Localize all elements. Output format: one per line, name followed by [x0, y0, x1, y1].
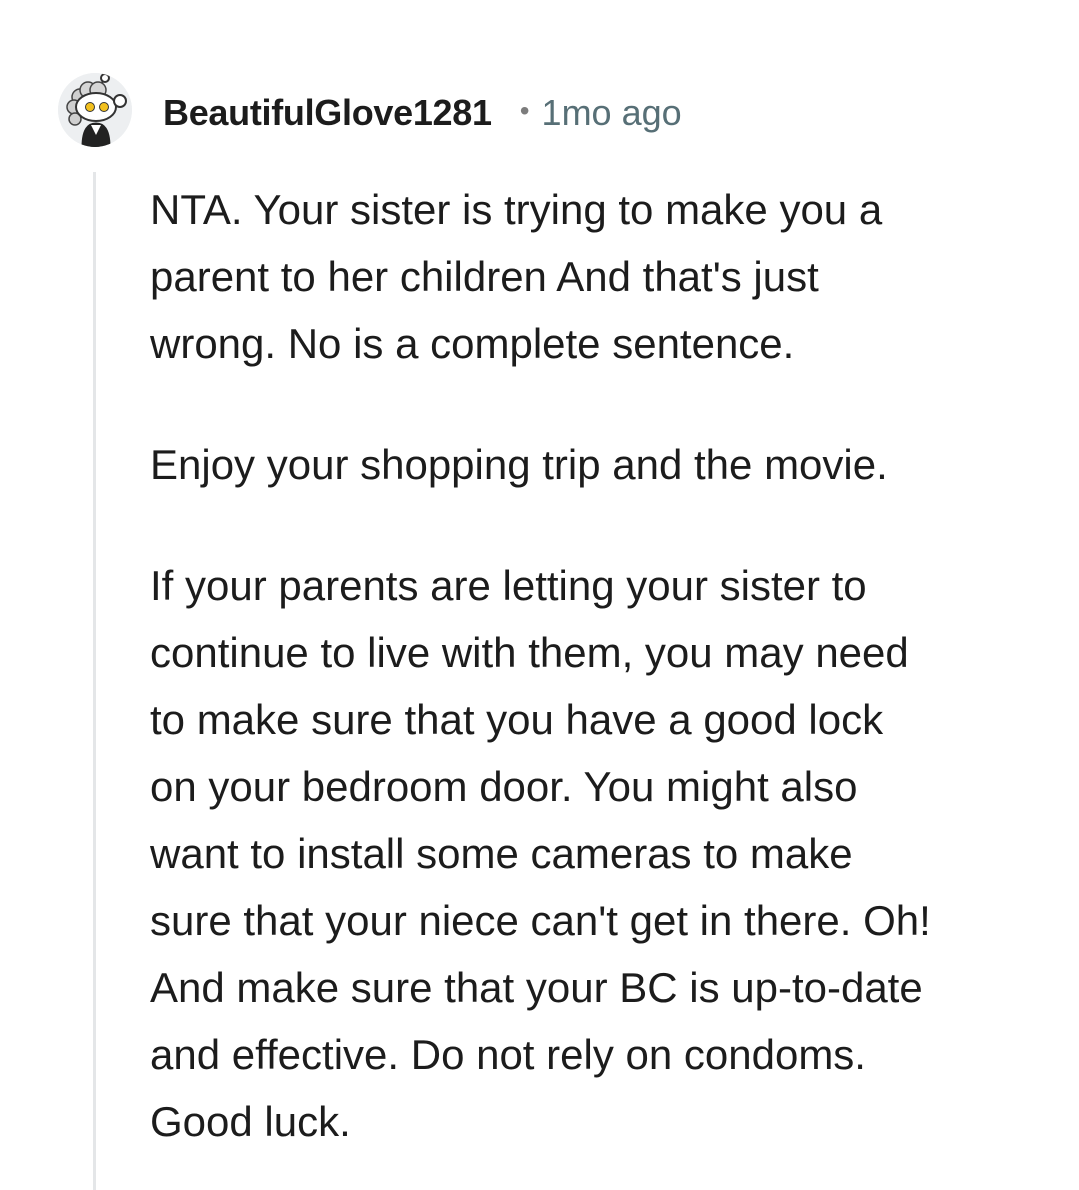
thread-collapse-line[interactable] [93, 172, 96, 1190]
comment-text-line: sure that your niece can't get in there.… [150, 897, 931, 944]
comment-text-line: want to install some cameras to make [150, 830, 853, 877]
comment-text-line: And make sure that your BC is up-to-date [150, 964, 923, 1011]
comment-paragraph: Enjoy your shopping trip and the movie. [150, 431, 1050, 498]
comment-header: BeautifulGlove1281 • 1mo ago [163, 88, 682, 138]
comment-text-line: continue to live with them, you may need [150, 629, 909, 676]
comment-paragraph: If your parents are letting your sister … [150, 552, 1050, 1155]
comment-paragraph: NTA. Your sister is trying to make you a… [150, 176, 1050, 377]
meta-separator: • [519, 95, 530, 126]
comment-text-line: parent to her children And that's just [150, 253, 819, 300]
comment: BeautifulGlove1281 • 1mo ago NTA. Your s… [0, 0, 1079, 1190]
comment-text-line: Enjoy your shopping trip and the movie. [150, 441, 888, 488]
comment-text-line: Good luck. [150, 1098, 351, 1145]
comment-text-line: wrong. No is a complete sentence. [150, 320, 795, 367]
comment-text-line: on your bedroom door. You might also [150, 763, 858, 810]
snoo-avatar-icon [58, 73, 132, 147]
comment-text-line: and effective. Do not rely on condoms. [150, 1031, 866, 1078]
comment-timestamp[interactable]: 1mo ago [542, 92, 682, 134]
comment-text-line: If your parents are letting your sister … [150, 562, 867, 609]
author-username[interactable]: BeautifulGlove1281 [163, 92, 492, 134]
comment-text-line: NTA. Your sister is trying to make you a [150, 186, 883, 233]
comment-text-line: to make sure that you have a good lock [150, 696, 884, 743]
avatar[interactable] [58, 73, 132, 147]
comment-body: NTA. Your sister is trying to make you a… [150, 176, 1050, 1155]
